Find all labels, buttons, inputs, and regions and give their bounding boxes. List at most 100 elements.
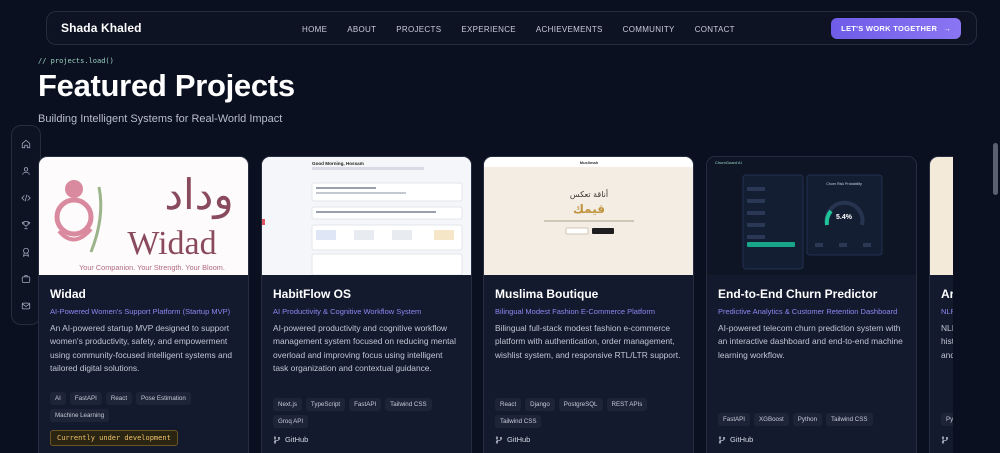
habitflow-thumb-header: Good Morning, Hossam <box>312 161 364 166</box>
tag: XGBoost <box>754 413 789 426</box>
nav-links: HOME ABOUT PROJECTS EXPERIENCE ACHIEVEME… <box>302 12 755 46</box>
side-navigation <box>11 125 41 325</box>
project-card-widad[interactable]: وداد Widad Your Companion. Your Strength… <box>38 156 249 453</box>
muslima-thumb-line2: قيمك <box>573 202 605 216</box>
tag: REST APIs <box>606 398 648 411</box>
tag: Django <box>525 398 555 411</box>
side-home-icon[interactable] <box>16 134 36 153</box>
github-link[interactable]: GitHub <box>273 435 308 444</box>
project-subtitle: Predictive Analytics & Customer Retentio… <box>718 307 898 316</box>
arrow-right-icon: → <box>943 24 951 33</box>
churn-dashboard-screenshot: ChurnGuard AI Churn Risk Probability 5.4… <box>715 160 883 270</box>
github-label: GitHub <box>730 435 754 444</box>
git-branch-icon <box>495 436 503 443</box>
tech-tags: Py <box>941 413 953 426</box>
widad-logo-image: وداد Widad Your Companion. Your Strength… <box>54 170 234 272</box>
project-subtitle: AI Productivity & Cognitive Workflow Sys… <box>273 307 422 316</box>
tag: AI <box>50 392 66 405</box>
side-briefcase-icon[interactable] <box>16 270 36 289</box>
github-link[interactable]: G <box>941 435 953 444</box>
project-thumbnail <box>930 157 953 275</box>
github-label: GitHub <box>285 435 309 444</box>
project-card-muslima[interactable]: Muslimah أناقة تعكس قيمك Muslima Boutiqu… <box>483 156 694 453</box>
tag: React <box>105 392 133 405</box>
nav-contact[interactable]: CONTACT <box>695 25 735 34</box>
brand-logo[interactable]: Shada Khaled <box>61 21 142 35</box>
description-line: and <box>941 349 953 360</box>
tag: Pose Estimation <box>136 392 191 405</box>
side-mail-icon[interactable] <box>16 297 36 316</box>
muslima-thumb-line1: أناقة تعكس <box>570 189 608 199</box>
tag: Groq API <box>273 415 309 428</box>
project-description: AI-powered productivity and cognitive wo… <box>273 323 456 373</box>
github-link[interactable]: GitHub <box>718 435 753 444</box>
cta-label: LET'S WORK TOGETHER <box>841 24 938 33</box>
muslima-screenshot: Muslimah أناقة تعكس قيمك <box>484 157 693 235</box>
churn-thumb-panel-title: Churn Risk Probability <box>826 182 862 186</box>
project-subtitle: Bilingual Modest Fashion E-Commerce Plat… <box>495 307 656 316</box>
project-subtitle: AI-Powered Women's Support Platform (Sta… <box>50 307 231 316</box>
tag: FastAPI <box>718 413 751 426</box>
nav-projects[interactable]: PROJECTS <box>396 25 441 34</box>
project-title: Ar <box>941 287 953 301</box>
page-scrollbar[interactable] <box>993 143 998 195</box>
tech-tags: FastAPI XGBoost Python Tailwind CSS <box>718 413 908 426</box>
widad-arabic-logo-text: وداد <box>164 170 233 220</box>
nav-about[interactable]: ABOUT <box>347 25 376 34</box>
tag: Tailwind CSS <box>826 413 873 426</box>
tag: Machine Learning <box>50 409 110 422</box>
code-comment: // projects.load() <box>38 57 114 65</box>
project-card-churn-predictor[interactable]: ChurnGuard AI Churn Risk Probability 5.4… <box>706 156 917 453</box>
tag: Next.js <box>273 398 302 411</box>
project-title: End-to-End Churn Predictor <box>718 287 878 301</box>
project-thumbnail: وداد Widad Your Companion. Your Strength… <box>39 157 248 275</box>
habitflow-screenshot: Good Morning, Hossam <box>262 157 471 275</box>
muslima-thumb-brand: Muslimah <box>580 160 599 165</box>
lets-work-together-button[interactable]: LET'S WORK TOGETHER → <box>831 18 961 39</box>
nav-achievements[interactable]: ACHIEVEMENTS <box>536 25 603 34</box>
side-user-icon[interactable] <box>16 161 36 180</box>
nav-home[interactable]: HOME <box>302 25 327 34</box>
github-label: GitHub <box>507 435 531 444</box>
tag: TypeScript <box>305 398 346 411</box>
nav-community[interactable]: COMMUNITY <box>623 25 675 34</box>
description-line: NLI <box>941 323 953 333</box>
project-title: Widad <box>50 287 86 301</box>
project-thumbnail: Muslimah أناقة تعكس قيمك <box>484 157 693 275</box>
tag: FastAPI <box>349 398 382 411</box>
top-navbar: Shada Khaled HOME ABOUT PROJECTS EXPERIE… <box>46 11 977 45</box>
project-thumbnail: Good Morning, Hossam <box>262 157 471 275</box>
github-link[interactable]: GitHub <box>495 435 530 444</box>
project-description: NLI hist and <box>941 322 953 362</box>
project-description: AI-powered telecom churn prediction syst… <box>718 323 903 360</box>
project-title: HabitFlow OS <box>273 287 351 301</box>
tag: PostgreSQL <box>558 398 603 411</box>
nav-experience[interactable]: EXPERIENCE <box>461 25 516 34</box>
git-branch-icon <box>273 436 281 443</box>
project-title: Muslima Boutique <box>495 287 599 301</box>
project-thumbnail: ChurnGuard AI Churn Risk Probability 5.4… <box>707 157 916 275</box>
tech-tags: Next.js TypeScript FastAPI Tailwind CSS … <box>273 398 463 428</box>
tech-tags: AI FastAPI React Pose Estimation Machine… <box>50 392 240 422</box>
projects-carousel: وداد Widad Your Companion. Your Strength… <box>38 156 953 453</box>
side-trophy-icon[interactable] <box>16 215 36 234</box>
tag: FastAPI <box>69 392 102 405</box>
description-line: hist <box>941 336 953 347</box>
git-branch-icon <box>941 436 949 443</box>
git-branch-icon <box>718 436 726 443</box>
tech-tags: React Django PostgreSQL REST APIs Tailwi… <box>495 398 685 428</box>
page-title: Featured Projects <box>38 68 295 103</box>
project-card-habitflow[interactable]: Good Morning, Hossam HabitFlow OS AI Pro… <box>261 156 472 453</box>
tag: React <box>495 398 522 411</box>
page-subtitle: Building Intelligent Systems for Real-Wo… <box>38 113 283 125</box>
churn-thumb-gauge-value: 5.4% <box>836 214 853 221</box>
project-description: Bilingual full-stack modest fashion e-co… <box>495 323 681 360</box>
churn-thumb-header: ChurnGuard AI <box>715 160 742 165</box>
side-award-icon[interactable] <box>16 243 36 262</box>
project-subtitle: NLP <box>941 307 953 316</box>
tag: Py <box>941 413 953 426</box>
side-code-icon[interactable] <box>16 188 36 207</box>
status-badge: Currently under development <box>50 430 178 446</box>
project-card-partial[interactable]: Ar NLP NLI hist and Py G <box>929 156 953 453</box>
tag: Tailwind CSS <box>495 415 542 428</box>
